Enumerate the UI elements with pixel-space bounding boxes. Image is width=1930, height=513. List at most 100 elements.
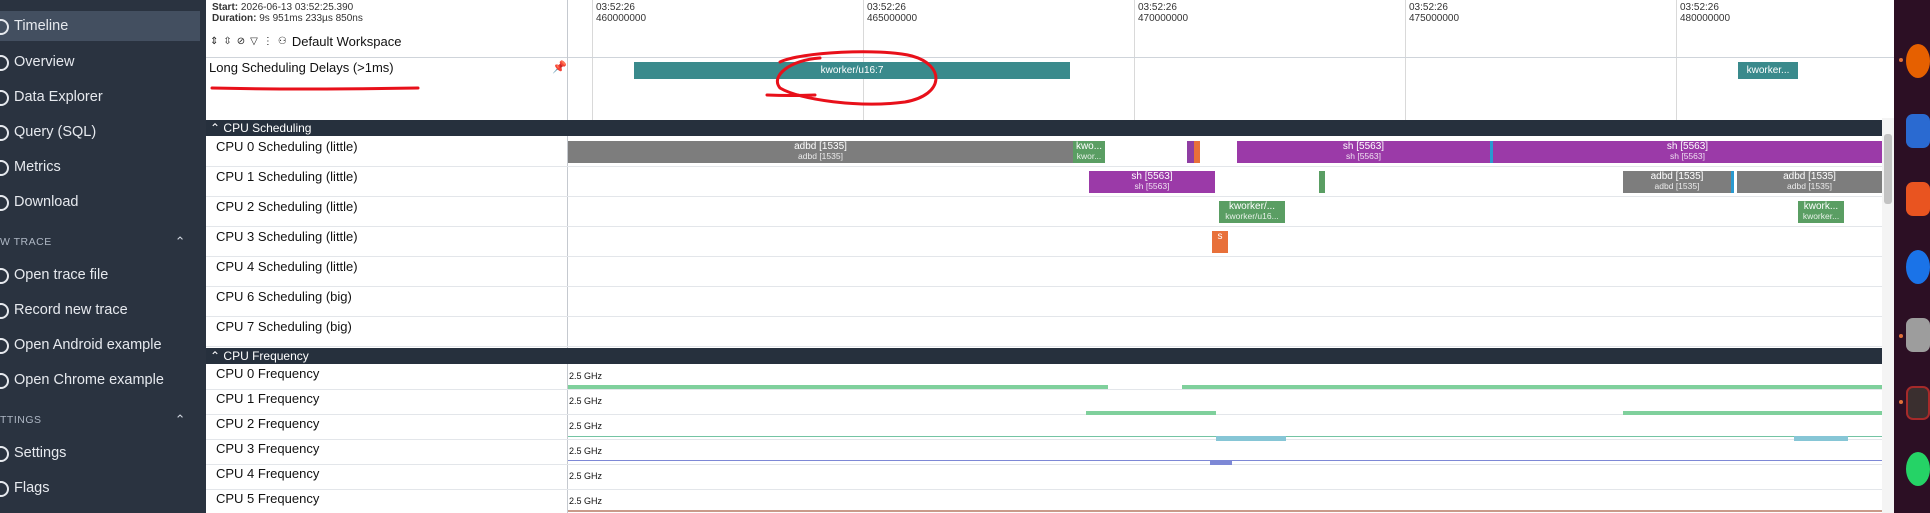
time-tick-label: 03:52:26 465000000 [867, 2, 918, 24]
filter-icon[interactable]: ▽ [250, 36, 258, 47]
nav-metrics[interactable]: Metrics [0, 152, 200, 182]
freq-fill [1623, 411, 1882, 415]
nav-label: Query (SQL) [14, 124, 97, 140]
nav-query[interactable]: Query (SQL) [0, 117, 200, 147]
group-title: CPU Scheduling [223, 121, 312, 135]
sched-slice[interactable]: sh [5563] sh [5563] [1089, 171, 1215, 193]
nav-download[interactable]: Download [0, 187, 200, 217]
start-value: 2026-06-13 03:52:25.390 [240, 2, 354, 13]
nav-timeline[interactable]: Timeline [0, 11, 200, 41]
data-explorer-icon [0, 90, 9, 106]
sched-slice-thin [1731, 171, 1734, 193]
nav-settings[interactable]: Settings [0, 438, 200, 468]
track-cpu-sched[interactable]: CPU 4 Scheduling (little) [206, 257, 1882, 287]
terminal-icon[interactable] [1906, 386, 1930, 420]
sched-slice[interactable] [1187, 141, 1194, 163]
section-title: W TRACE [0, 236, 52, 248]
nav-label: Record new trace [14, 302, 128, 318]
tick-line [592, 0, 593, 120]
timeline-icon [0, 19, 9, 35]
firefox-icon[interactable] [1906, 44, 1930, 78]
track-cpu-sched[interactable]: CPU 3 Scheduling (little) [206, 227, 1882, 257]
workspace-selector[interactable]: Default Workspace [292, 34, 402, 49]
sched-slice[interactable]: sh [5563] sh [5563] [1237, 141, 1490, 163]
pin-icon[interactable]: 📌 [552, 60, 567, 74]
freq-fill [1182, 385, 1882, 389]
tick-line [1134, 0, 1135, 120]
tick-line [1676, 0, 1677, 120]
chevron-up-icon: ⌃ [174, 412, 186, 427]
track-cpu-freq[interactable]: CPU 4 Frequency 2.5 GHz [206, 465, 1882, 490]
sched-slice[interactable]: adbd [1535] adbd [1535] [1737, 171, 1882, 193]
nav-flags[interactable]: Flags [0, 473, 200, 503]
duration-label: Duration: [212, 13, 257, 24]
time-tick-label: 03:52:26 480000000 [1680, 2, 1731, 24]
group-title: CPU Frequency [223, 349, 309, 363]
nav-label: Data Explorer [14, 89, 103, 105]
tick-line [863, 0, 864, 120]
duration-value: 9s 951ms 233µs 850ns [259, 13, 363, 24]
start-label: Start: [212, 2, 239, 13]
workspace-icon: ⚇ [277, 35, 287, 47]
long-delay-slice[interactable]: kworker/u16:7 [634, 62, 1070, 79]
writer-icon[interactable] [1906, 114, 1930, 148]
sched-slice[interactable] [1194, 141, 1200, 163]
nav-label: Metrics [14, 159, 61, 175]
freq-max-label: 2.5 GHz [569, 496, 603, 506]
freq-fill [1210, 460, 1232, 465]
software-icon[interactable] [1906, 182, 1930, 216]
sched-slice[interactable]: adbd [1535] adbd [1535] [1623, 171, 1731, 193]
track-cpu-sched[interactable]: CPU 2 Scheduling (little) [206, 197, 1882, 227]
sched-slice[interactable]: adbd [1535] adbd [1535] [568, 141, 1073, 163]
sched-slice[interactable]: s [1212, 231, 1228, 253]
scrollbar-thumb[interactable] [1884, 134, 1892, 204]
freq-max-label: 2.5 GHz [569, 421, 603, 431]
files-icon[interactable] [1906, 318, 1930, 352]
nav-open-trace-file[interactable]: Open trace file [0, 260, 200, 290]
nav-label: Overview [14, 54, 75, 70]
nav-label: Flags [14, 480, 50, 496]
settings-icon [0, 446, 9, 462]
chrome-icon [0, 373, 9, 389]
more-vert-icon[interactable]: ⋮ [263, 36, 273, 47]
track-cpu-sched[interactable]: CPU 6 Scheduling (big) [206, 287, 1882, 317]
long-delay-slice[interactable]: kworker... [1738, 62, 1798, 79]
freq-max-label: 2.5 GHz [569, 396, 603, 406]
time-tick-label: 03:52:26 460000000 [596, 2, 647, 24]
sched-slice[interactable]: kwo... kwor... [1073, 141, 1105, 163]
expand-all-icon[interactable]: ⇕ [210, 36, 218, 47]
vertical-scrollbar[interactable] [1882, 118, 1894, 513]
nav-data-explorer[interactable]: Data Explorer [0, 82, 200, 112]
freq-fill [1216, 436, 1286, 441]
collapse-all-icon[interactable]: ⇳ [223, 36, 231, 47]
running-indicator [1899, 400, 1903, 404]
group-cpu-frequency[interactable]: ⌃ CPU Frequency [206, 348, 1882, 364]
unpin-icon[interactable]: ⊘ [237, 36, 245, 47]
timeline-panel: Start: 2026-06-13 03:52:25.390 Duration:… [206, 0, 1894, 513]
freq-max-label: 2.5 GHz [569, 446, 603, 456]
flags-icon [0, 481, 9, 497]
nav-label: Open trace file [14, 267, 109, 283]
track-toolbar: ⇕ ⇳ ⊘ ▽ ⋮ ⚇ Default Workspace [210, 33, 401, 49]
chevron-up-icon: ⌃ [210, 349, 221, 363]
nav-overview[interactable]: Overview [0, 47, 200, 77]
track-cpu-freq[interactable]: CPU 3 Frequency 2.5 GHz [206, 440, 1882, 465]
nav-open-chrome-example[interactable]: Open Chrome example [0, 365, 200, 395]
whatsapp-icon[interactable] [1906, 452, 1930, 486]
nav-record-new-trace[interactable]: Record new trace [0, 295, 200, 325]
nav-label: Settings [14, 445, 67, 461]
time-tick-label: 03:52:26 475000000 [1409, 2, 1460, 24]
sched-slice[interactable]: kwork... kworker... [1798, 201, 1844, 223]
open-file-icon [0, 268, 9, 284]
nav-open-android-example[interactable]: Open Android example [0, 330, 200, 360]
sched-slice[interactable]: sh [5563] sh [5563] [1493, 141, 1882, 163]
nav-label: Timeline [14, 18, 69, 34]
sched-slice[interactable] [1319, 171, 1325, 193]
section-trace-header[interactable]: W TRACE ⌃ [0, 232, 200, 252]
track-cpu-sched[interactable]: CPU 7 Scheduling (big) [206, 317, 1882, 347]
running-indicator [1899, 58, 1903, 62]
help-icon[interactable] [1906, 250, 1930, 284]
sched-slice[interactable]: kworker/... kworker/u16... [1219, 201, 1285, 223]
query-icon [0, 125, 9, 141]
section-settings-header[interactable]: TTINGS ⌃ [0, 410, 200, 430]
